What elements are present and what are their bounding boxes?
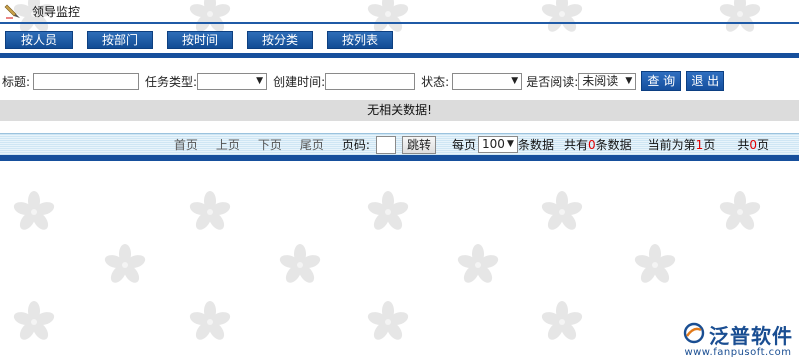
dropdown-arrow-icon: ▼ <box>511 75 519 86</box>
current-page-suffix: 页 <box>703 138 716 152</box>
pagination-bar: 首页 上页 下页 尾页 页码: 跳转 每页 100 ▼ 条数据 共有 0 条数据 当… <box>0 133 799 155</box>
total-prefix: 共有 <box>563 138 588 152</box>
prev-page-link[interactable]: 上页 <box>216 136 240 153</box>
exit-button[interactable]: 退 出 <box>686 71 725 91</box>
task-type-select[interactable]: ▼ <box>197 72 268 90</box>
search-button[interactable]: 查 询 <box>641 71 682 91</box>
total-count: 0 <box>588 137 596 152</box>
created-time-label: 创建时间: <box>273 74 326 89</box>
page-number-input[interactable] <box>375 135 396 154</box>
page-number-label: 页码: <box>341 138 370 152</box>
read-status-select[interactable]: 未阅读 ▼ <box>578 72 637 90</box>
page-count-suffix: 页 <box>756 138 769 152</box>
first-page-link[interactable]: 首页 <box>174 136 198 153</box>
watermark-brand: 泛普软件 <box>709 324 793 348</box>
fanpu-watermark: 泛普软件 www.fanpusoft.com <box>683 320 793 358</box>
page-title: 领导监控 <box>32 4 81 19</box>
status-select[interactable]: ▼ <box>452 72 523 90</box>
per-page-prefix: 每页 <box>451 138 476 152</box>
created-time-input[interactable] <box>325 72 416 90</box>
page-count-prefix: 共 <box>737 138 750 152</box>
title-bar: 领导监控 <box>0 0 799 22</box>
tab-by-category[interactable]: 按分类 <box>247 31 313 49</box>
per-page-value: 100 <box>481 137 505 151</box>
tab-by-department[interactable]: 按部门 <box>87 31 153 49</box>
jump-button[interactable]: 跳转 <box>401 135 436 154</box>
read-status-value: 未阅读 <box>582 73 619 88</box>
last-page-link[interactable]: 尾页 <box>300 136 324 153</box>
tabs-divider <box>0 53 799 58</box>
filter-bar: 标题: 任务类型: ▼ 创建时间: 状态: ▼ 是否阅读: 未阅读 ▼ 查 询 … <box>0 70 799 92</box>
read-status-label: 是否阅读: <box>526 74 579 89</box>
title-divider <box>0 22 799 24</box>
task-type-label: 任务类型: <box>145 74 198 89</box>
total-suffix: 条数据 <box>595 138 632 152</box>
per-page-select[interactable]: 100 ▼ <box>477 136 518 153</box>
tab-by-list[interactable]: 按列表 <box>327 31 393 49</box>
dropdown-arrow-icon: ▼ <box>625 75 633 86</box>
view-tabs: 按人员 按部门 按时间 按分类 按列表 <box>0 29 799 51</box>
pen-icon <box>4 2 22 20</box>
title-filter-input[interactable] <box>33 72 140 90</box>
per-page-suffix: 条数据 <box>517 138 554 152</box>
status-label: 状态: <box>421 74 450 89</box>
title-filter-label: 标题: <box>2 74 31 89</box>
dropdown-arrow-icon: ▼ <box>507 139 514 149</box>
watermark-url: www.fanpusoft.com <box>684 347 792 358</box>
dropdown-arrow-icon: ▼ <box>256 75 264 86</box>
next-page-link[interactable]: 下页 <box>258 136 282 153</box>
current-page-number: 1 <box>695 137 704 152</box>
fanpu-logo-icon <box>683 322 705 347</box>
tab-by-time[interactable]: 按时间 <box>167 31 233 49</box>
no-data-message: 无相关数据! <box>0 100 799 121</box>
page-count: 0 <box>749 137 757 152</box>
current-page-prefix: 当前为第 <box>647 138 696 152</box>
pager-divider <box>0 155 799 161</box>
tab-by-person[interactable]: 按人员 <box>5 31 73 49</box>
